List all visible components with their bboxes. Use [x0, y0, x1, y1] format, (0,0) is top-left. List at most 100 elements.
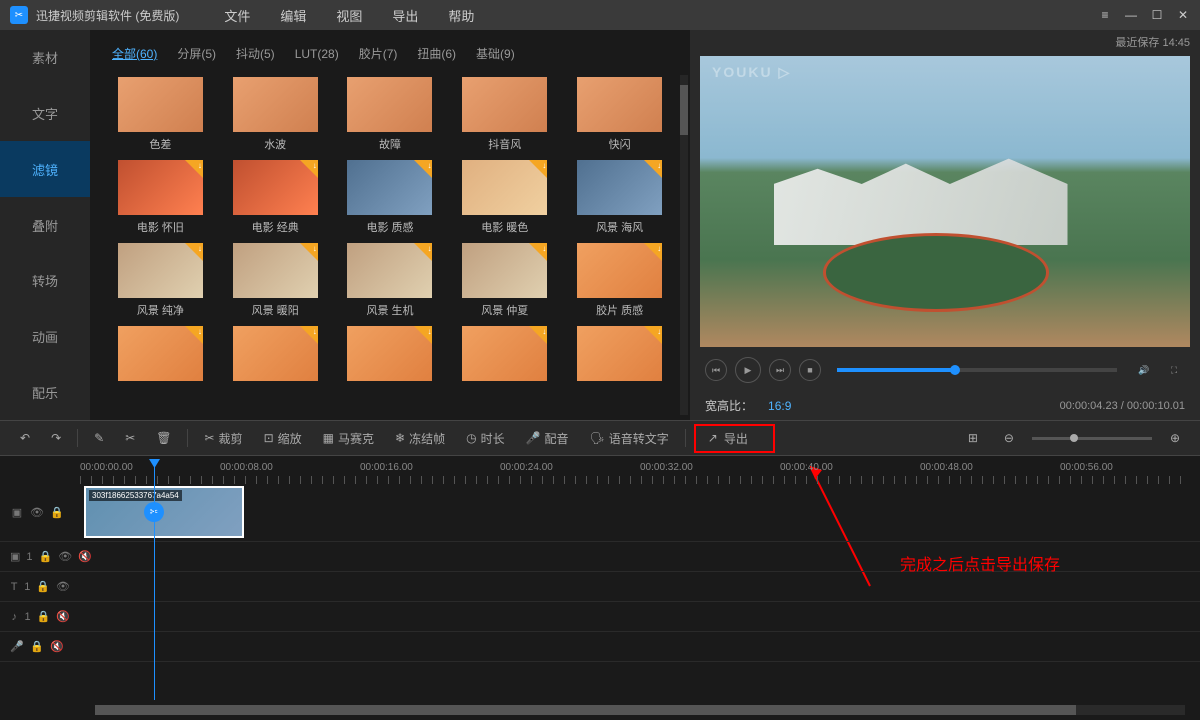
- filter-thumbnail[interactable]: 风景 仲夏: [456, 243, 553, 318]
- library-scrollbar[interactable]: [680, 75, 688, 415]
- filter-thumbnail[interactable]: [456, 326, 553, 385]
- filter-thumbnail[interactable]: [227, 326, 324, 385]
- menu-export[interactable]: 导出: [377, 6, 433, 25]
- sidebar-tab-animation[interactable]: 动画: [0, 309, 90, 365]
- menu-view[interactable]: 视图: [321, 6, 377, 25]
- mic-icon: 🎤: [526, 431, 541, 445]
- stt-tool[interactable]: 🗣语音转文字: [582, 427, 677, 450]
- menu-help[interactable]: 帮助: [433, 6, 489, 25]
- filter-thumbnail[interactable]: 风景 纯净: [112, 243, 209, 318]
- thumbnail-label: 风景 暖阳: [252, 302, 299, 318]
- sidebar-tab-material[interactable]: 素材: [0, 30, 90, 86]
- app-logo-icon: ✂: [10, 6, 28, 24]
- thumbnail-label: 风景 海风: [596, 219, 643, 235]
- filter-thumbnail[interactable]: [571, 326, 668, 385]
- filter-tab[interactable]: 全部(60): [112, 45, 157, 62]
- zoom-slider[interactable]: [1032, 437, 1152, 440]
- filter-tab[interactable]: 基础(9): [476, 45, 515, 62]
- filter-tab[interactable]: LUT(28): [295, 47, 339, 61]
- stop-button[interactable]: ■: [799, 359, 821, 381]
- sidebar-tab-music[interactable]: 配乐: [0, 364, 90, 420]
- filter-thumbnail[interactable]: 电影 暖色: [456, 160, 553, 235]
- cut-tool-icon[interactable]: ✂: [117, 428, 143, 448]
- app-title: 迅捷视频剪辑软件 (免费版): [36, 7, 179, 24]
- filter-tab[interactable]: 胶片(7): [359, 45, 398, 62]
- filter-thumbnail[interactable]: 风景 海风: [571, 160, 668, 235]
- sidebar-tab-text[interactable]: 文字: [0, 86, 90, 142]
- menu-file[interactable]: 文件: [209, 6, 265, 25]
- sidebar-tab-filter[interactable]: 滤镜: [0, 141, 90, 197]
- minimize-icon[interactable]: —: [1124, 8, 1138, 22]
- filter-tab[interactable]: 扭曲(6): [417, 45, 456, 62]
- filter-thumbnail[interactable]: 风景 暖阳: [227, 243, 324, 318]
- hamburger-icon[interactable]: ≡: [1098, 8, 1112, 22]
- sidebar-tab-transition[interactable]: 转场: [0, 253, 90, 309]
- filter-thumbnail[interactable]: 风景 生机: [342, 243, 439, 318]
- filter-thumbnail[interactable]: 抖音风: [456, 77, 553, 152]
- mosaic-tool[interactable]: ▦马赛克: [315, 427, 382, 450]
- thumbnail-label: 水波: [264, 136, 286, 152]
- sidebar-tab-overlay[interactable]: 叠附: [0, 197, 90, 253]
- menu-edit[interactable]: 编辑: [265, 6, 321, 25]
- edit-tool-icon[interactable]: ✎: [86, 428, 112, 448]
- filter-thumbnail[interactable]: [112, 326, 209, 385]
- close-icon[interactable]: ✕: [1176, 8, 1190, 22]
- ruler-tick: 00:00:24.00: [500, 462, 553, 473]
- aspect-value[interactable]: 16:9: [768, 399, 791, 413]
- zoom-in-button[interactable]: ⊕: [1162, 428, 1188, 448]
- fit-button[interactable]: ⊞: [960, 428, 986, 448]
- video-track[interactable]: ▣👁🔒 303f18662533767a4a54 ✂: [0, 484, 1200, 542]
- text-track-icon: T: [10, 580, 18, 594]
- audio-track-icon: ♪: [10, 610, 18, 624]
- filter-thumbnail[interactable]: 电影 经典: [227, 160, 324, 235]
- crop-tool[interactable]: ✂裁剪: [196, 427, 250, 450]
- maximize-icon[interactable]: ☐: [1150, 8, 1164, 22]
- freeze-tool[interactable]: ❄冻结帧: [387, 427, 453, 450]
- export-icon: ↗: [708, 431, 718, 445]
- prev-frame-button[interactable]: ⏮: [705, 359, 727, 381]
- zoom-tool[interactable]: ⊡缩放: [256, 427, 310, 450]
- filter-thumbnail[interactable]: [342, 326, 439, 385]
- download-badge-icon: [300, 243, 318, 261]
- thumbnail-label: 电影 质感: [366, 219, 413, 235]
- download-badge-icon: [414, 326, 432, 344]
- timeline-scrollbar[interactable]: [95, 705, 1185, 715]
- undo-button[interactable]: ↶: [12, 428, 38, 448]
- audio-track[interactable]: ♪1🔒🔇: [0, 602, 1200, 632]
- dub-tool[interactable]: 🎤配音: [518, 427, 577, 450]
- voice-track[interactable]: 🎤🔒🔇: [0, 632, 1200, 662]
- time-ruler[interactable]: 00:00:00.0000:00:08.0000:00:16.0000:00:2…: [80, 456, 1200, 484]
- duration-tool[interactable]: ◷时长: [458, 427, 513, 450]
- filter-thumbnail[interactable]: 快闪: [571, 77, 668, 152]
- export-button[interactable]: ↗导出: [694, 424, 775, 453]
- preview-video[interactable]: YOUKU ▷: [700, 56, 1190, 347]
- play-button[interactable]: ▶: [735, 357, 761, 383]
- text-track[interactable]: T1🔒👁: [0, 572, 1200, 602]
- video-track-icon: ▣: [10, 506, 24, 520]
- download-badge-icon: [529, 160, 547, 178]
- redo-button[interactable]: ↷: [43, 428, 69, 448]
- filter-thumbnail[interactable]: 色差: [112, 77, 209, 152]
- filter-thumbnail[interactable]: 故障: [342, 77, 439, 152]
- filter-tab[interactable]: 分屏(5): [177, 45, 216, 62]
- volume-icon[interactable]: 🔊: [1133, 359, 1155, 381]
- download-badge-icon: [644, 160, 662, 178]
- timecode: 00:00:04.23 / 00:00:10.01: [1060, 400, 1185, 412]
- timeline: 00:00:00.0000:00:08.0000:00:16.0000:00:2…: [0, 456, 1200, 720]
- next-frame-button[interactable]: ⏭: [769, 359, 791, 381]
- progress-bar[interactable]: [837, 368, 1117, 372]
- video-clip[interactable]: 303f18662533767a4a54 ✂: [84, 486, 244, 538]
- delete-tool-icon[interactable]: 🗑: [148, 428, 179, 448]
- thumbnail-label: 风景 仲夏: [481, 302, 528, 318]
- playhead[interactable]: [154, 459, 155, 700]
- filter-thumbnail[interactable]: 电影 怀旧: [112, 160, 209, 235]
- filter-thumbnail[interactable]: 电影 质感: [342, 160, 439, 235]
- download-badge-icon: [529, 243, 547, 261]
- eye-icon: 👁: [30, 506, 44, 520]
- filter-tab[interactable]: 抖动(5): [236, 45, 275, 62]
- zoom-out-button[interactable]: ⊖: [996, 428, 1022, 448]
- filter-thumbnail[interactable]: 胶片 质感: [571, 243, 668, 318]
- ruler-tick: 00:00:00.00: [80, 462, 133, 473]
- fullscreen-icon[interactable]: ⛶: [1163, 359, 1185, 381]
- filter-thumbnail[interactable]: 水波: [227, 77, 324, 152]
